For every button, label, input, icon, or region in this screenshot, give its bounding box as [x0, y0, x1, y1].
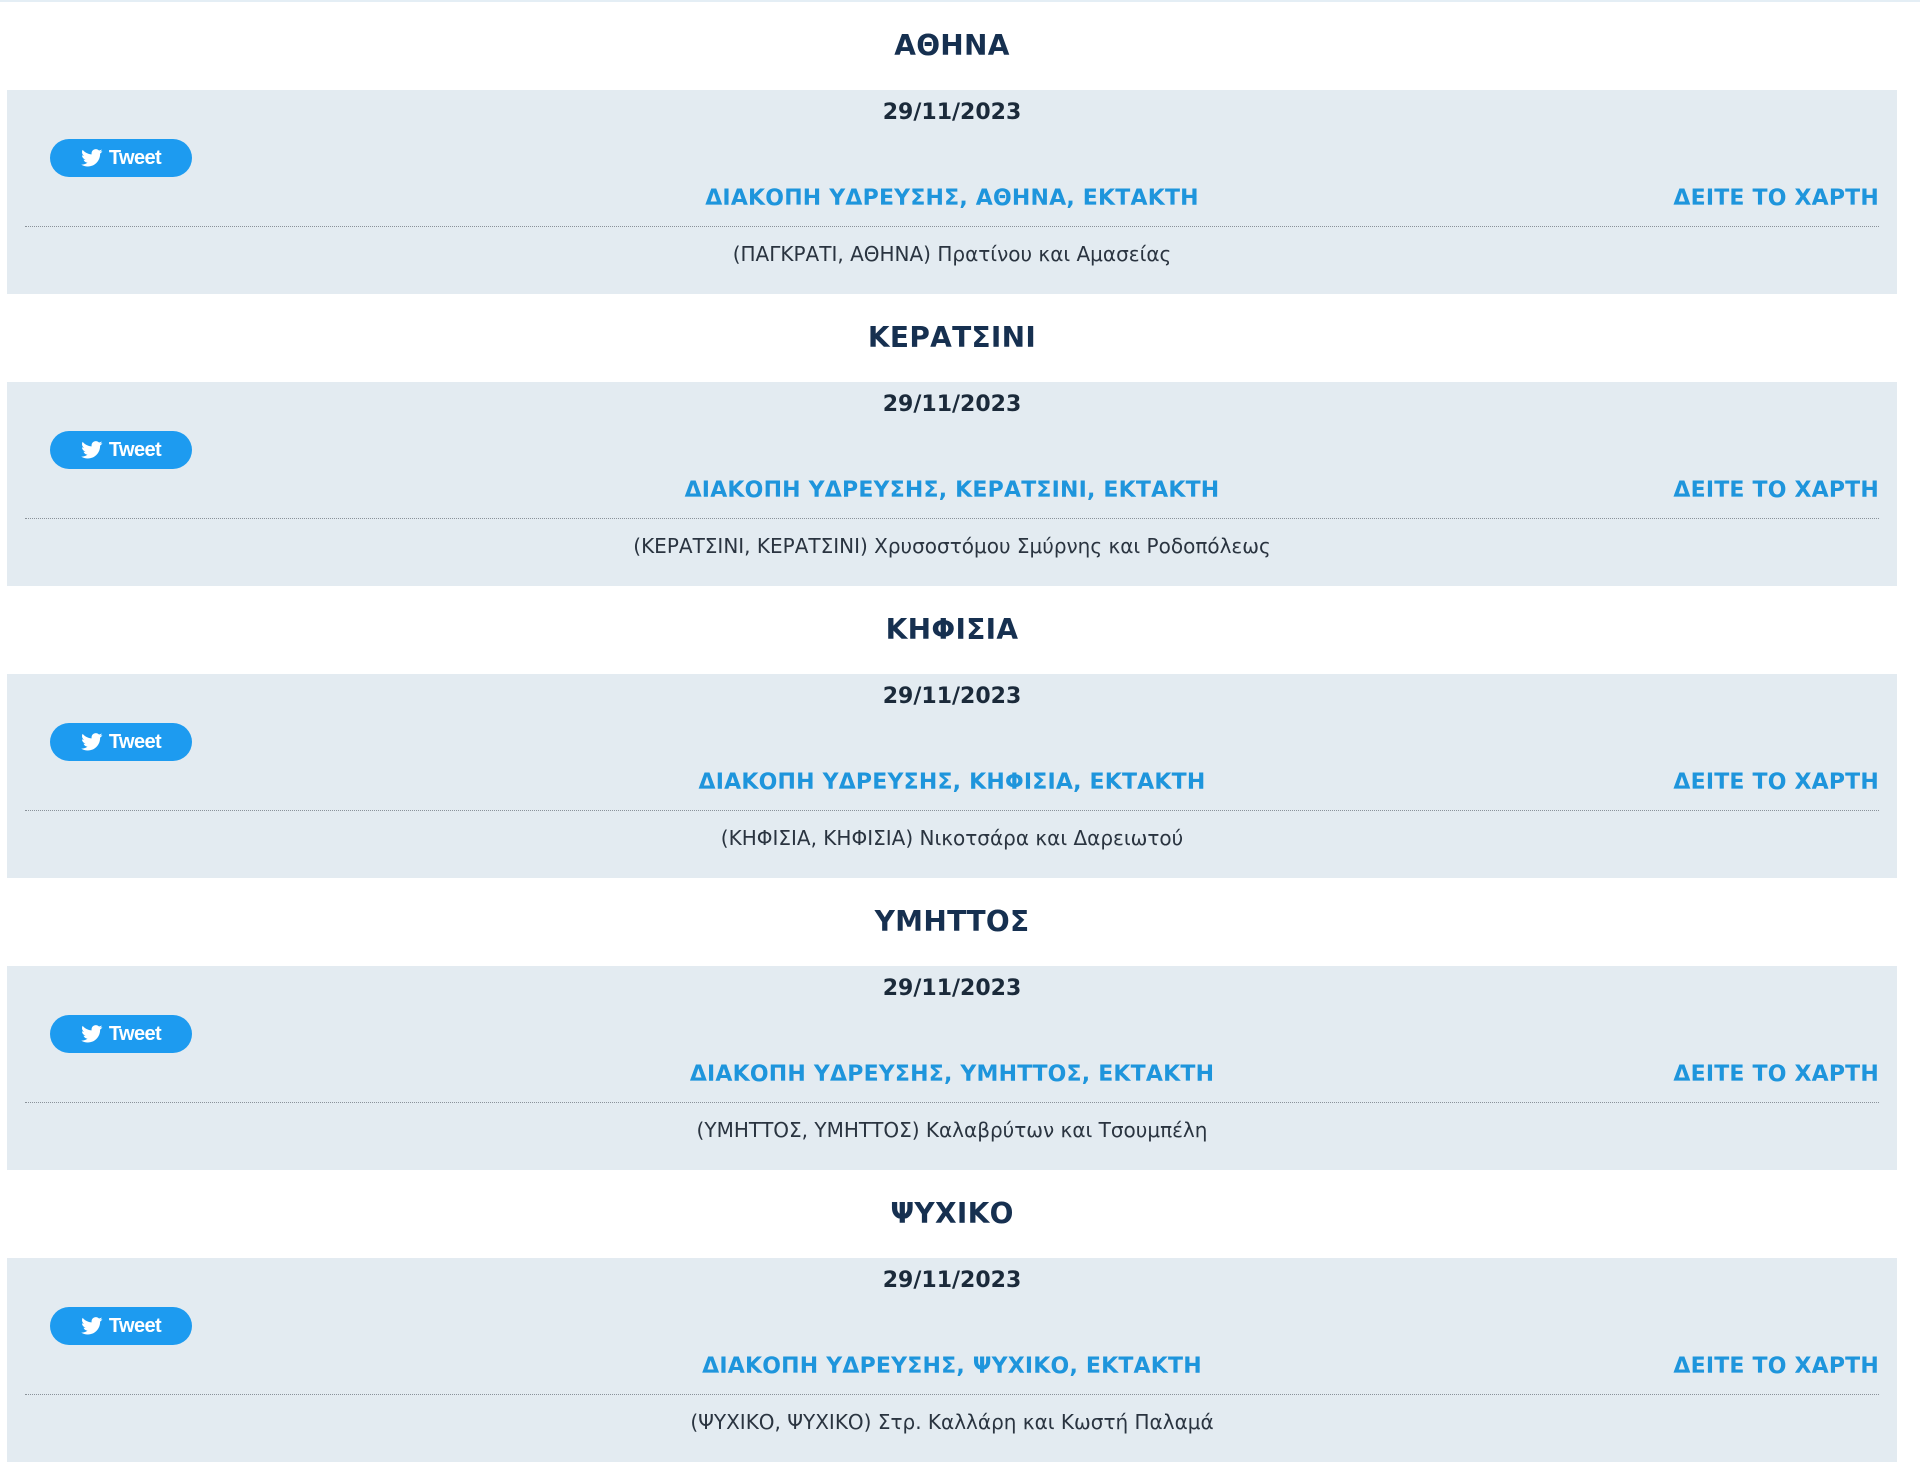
outage-headline[interactable]: ΔΙΑΚΟΠΗ ΥΔΡΕΥΣΗΣ, ΚΕΡΑΤΣΙΝΙ, ΕΚΤΑΚΤΗ — [7, 478, 1897, 503]
outage-section: ΑΘΗΝΑ 29/11/2023 Tweet ΔΙΑΚΟΠΗ ΥΔΡΕΥΣΗΣ,… — [7, 2, 1897, 294]
tweet-button[interactable]: Tweet — [50, 431, 192, 469]
twitter-bird-icon — [81, 733, 103, 751]
outage-section: ΨΥΧΙΚΟ 29/11/2023 Tweet ΔΙΑΚΟΠΗ ΥΔΡΕΥΣΗΣ… — [7, 1170, 1897, 1462]
tweet-button[interactable]: Tweet — [50, 139, 192, 177]
section-area-title: ΑΘΗΝΑ — [894, 29, 1010, 62]
see-map-link[interactable]: ΔΕΙΤΕ ΤΟ ΧΑΡΤΗ — [1673, 1354, 1879, 1379]
outage-date: 29/11/2023 — [882, 976, 1022, 1001]
tweet-button-label: Tweet — [108, 730, 162, 753]
dotted-divider — [25, 226, 1879, 227]
outage-date: 29/11/2023 — [882, 100, 1022, 125]
tweet-button-label: Tweet — [108, 1314, 162, 1337]
outage-card: 29/11/2023 Tweet ΔΙΑΚΟΠΗ ΥΔΡΕΥΣΗΣ, ΨΥΧΙΚ… — [7, 1258, 1897, 1462]
see-map-link[interactable]: ΔΕΙΤΕ ΤΟ ΧΑΡΤΗ — [1673, 478, 1879, 503]
section-area-title: ΥΜΗΤΤΟΣ — [874, 905, 1030, 938]
outage-card: 29/11/2023 Tweet ΔΙΑΚΟΠΗ ΥΔΡΕΥΣΗΣ, ΚΗΦΙΣ… — [7, 674, 1897, 878]
outage-address: (ΠΑΓΚΡΑΤΙ, ΑΘΗΝΑ) Πρατίνου και Αμασείας — [732, 242, 1172, 266]
tweet-button-label: Tweet — [108, 1022, 162, 1045]
tweet-button-label: Tweet — [108, 438, 162, 461]
dotted-divider — [25, 1394, 1879, 1395]
see-map-link[interactable]: ΔΕΙΤΕ ΤΟ ΧΑΡΤΗ — [1673, 186, 1879, 211]
twitter-bird-icon — [81, 149, 103, 167]
see-map-link[interactable]: ΔΕΙΤΕ ΤΟ ΧΑΡΤΗ — [1673, 1062, 1879, 1087]
outage-card: 29/11/2023 Tweet ΔΙΑΚΟΠΗ ΥΔΡΕΥΣΗΣ, ΚΕΡΑΤ… — [7, 382, 1897, 586]
outage-section: ΥΜΗΤΤΟΣ 29/11/2023 Tweet ΔΙΑΚΟΠΗ ΥΔΡΕΥΣΗ… — [7, 878, 1897, 1170]
outage-headline[interactable]: ΔΙΑΚΟΠΗ ΥΔΡΕΥΣΗΣ, ΚΗΦΙΣΙΑ, ΕΚΤΑΚΤΗ — [7, 770, 1897, 795]
outage-address: (ΚΕΡΑΤΣΙΝΙ, ΚΕΡΑΤΣΙΝΙ) Χρυσοστόμου Σμύρν… — [633, 534, 1271, 558]
outage-card: 29/11/2023 Tweet ΔΙΑΚΟΠΗ ΥΔΡΕΥΣΗΣ, ΥΜΗΤΤ… — [7, 966, 1897, 1170]
twitter-bird-icon — [81, 1025, 103, 1043]
tweet-button[interactable]: Tweet — [50, 1015, 192, 1053]
tweet-button-label: Tweet — [108, 146, 162, 169]
outage-section: ΚΕΡΑΤΣΙΝΙ 29/11/2023 Tweet ΔΙΑΚΟΠΗ ΥΔΡΕΥ… — [7, 294, 1897, 586]
see-map-link[interactable]: ΔΕΙΤΕ ΤΟ ΧΑΡΤΗ — [1673, 770, 1879, 795]
section-area-title: ΨΥΧΙΚΟ — [890, 1197, 1014, 1230]
dotted-divider — [25, 810, 1879, 811]
twitter-bird-icon — [81, 1317, 103, 1335]
dotted-divider — [25, 1102, 1879, 1103]
tweet-button[interactable]: Tweet — [50, 723, 192, 761]
outage-date: 29/11/2023 — [882, 684, 1022, 709]
outage-section: ΚΗΦΙΣΙΑ 29/11/2023 Tweet ΔΙΑΚΟΠΗ ΥΔΡΕΥΣΗ… — [7, 586, 1897, 878]
outage-headline[interactable]: ΔΙΑΚΟΠΗ ΥΔΡΕΥΣΗΣ, ΑΘΗΝΑ, ΕΚΤΑΚΤΗ — [7, 186, 1897, 211]
section-area-title: ΚΕΡΑΤΣΙΝΙ — [867, 321, 1037, 354]
water-outage-list: ΑΘΗΝΑ 29/11/2023 Tweet ΔΙΑΚΟΠΗ ΥΔΡΕΥΣΗΣ,… — [7, 2, 1897, 1462]
page: ΑΘΗΝΑ 29/11/2023 Tweet ΔΙΑΚΟΠΗ ΥΔΡΕΥΣΗΣ,… — [0, 0, 1920, 1464]
tweet-button[interactable]: Tweet — [50, 1307, 192, 1345]
outage-date: 29/11/2023 — [882, 1268, 1022, 1293]
outage-address: (ΨΥΧΙΚΟ, ΨΥΧΙΚΟ) Στρ. Καλλάρη και Κωστή … — [690, 1410, 1214, 1434]
section-area-title: ΚΗΦΙΣΙΑ — [885, 613, 1019, 646]
outage-headline[interactable]: ΔΙΑΚΟΠΗ ΥΔΡΕΥΣΗΣ, ΨΥΧΙΚΟ, ΕΚΤΑΚΤΗ — [7, 1354, 1897, 1379]
outage-address: (ΥΜΗΤΤΟΣ, ΥΜΗΤΤΟΣ) Καλαβρύτων και Τσουμπ… — [696, 1118, 1208, 1142]
outage-card: 29/11/2023 Tweet ΔΙΑΚΟΠΗ ΥΔΡΕΥΣΗΣ, ΑΘΗΝΑ… — [7, 90, 1897, 294]
outage-headline[interactable]: ΔΙΑΚΟΠΗ ΥΔΡΕΥΣΗΣ, ΥΜΗΤΤΟΣ, ΕΚΤΑΚΤΗ — [7, 1062, 1897, 1087]
outage-date: 29/11/2023 — [882, 392, 1022, 417]
outage-address: (ΚΗΦΙΣΙΑ, ΚΗΦΙΣΙΑ) Νικοτσάρα και Δαρειωτ… — [720, 826, 1184, 850]
twitter-bird-icon — [81, 441, 103, 459]
dotted-divider — [25, 518, 1879, 519]
